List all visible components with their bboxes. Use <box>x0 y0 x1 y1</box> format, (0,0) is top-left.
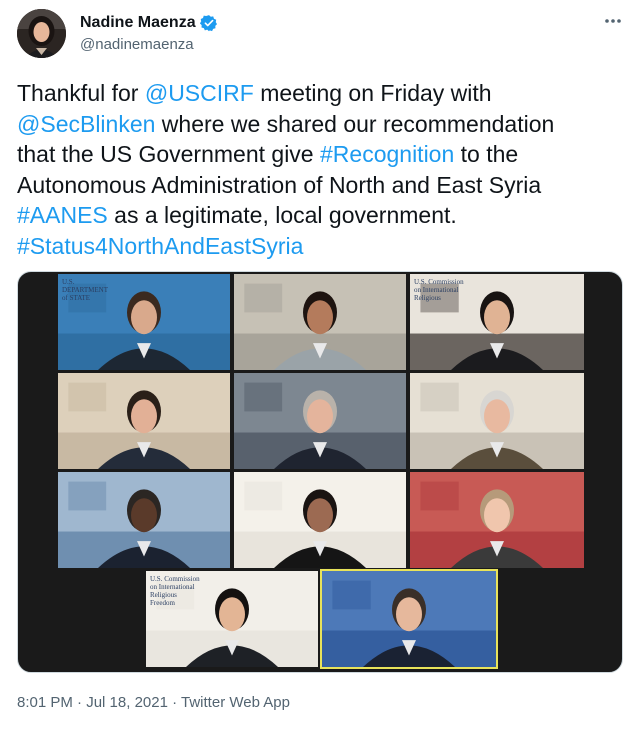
video-tile <box>234 472 406 568</box>
author-display-name[interactable]: Nadine Maenza <box>80 14 196 32</box>
video-tile <box>410 472 584 568</box>
author-name-row[interactable]: Nadine Maenza <box>80 12 218 34</box>
tweet-text-segment: Autonomous Administration of North and E… <box>17 171 542 198</box>
video-tile <box>410 373 584 469</box>
tweet-source[interactable]: Twitter Web App <box>181 694 290 711</box>
tweet-text: Thankful for @USCIRF meeting on Friday w… <box>17 78 623 261</box>
tweet-media[interactable]: U.S. DEPARTMENT of STATE U.S. Commission … <box>17 271 623 673</box>
background-sign-text: U.S. DEPARTMENT of STATE <box>62 278 108 302</box>
tweet-text-line: #Status4NorthAndEastSyria <box>17 231 623 262</box>
hashtag-link[interactable]: #Status4NorthAndEastSyria <box>17 233 303 259</box>
tweet-text-line: that the US Government give #Recognition… <box>17 139 623 170</box>
video-tile <box>58 472 230 568</box>
tweet-text-segment: that the US Government give <box>17 141 320 167</box>
tweet-text-segment: as a legitimate, local government. <box>107 202 457 228</box>
video-tile: U.S. DEPARTMENT of STATE <box>58 274 230 370</box>
tweet-text-segment: where we shared our recommendation <box>155 110 555 137</box>
tweet-text-line: #AANES as a legitimate, local government… <box>17 200 623 231</box>
video-tile <box>234 373 406 469</box>
hashtag-link[interactable]: #AANES <box>17 202 108 228</box>
mention-link[interactable]: @SecBlinken <box>17 111 155 137</box>
avatar[interactable] <box>17 9 66 58</box>
more-horizontal-icon[interactable] <box>600 8 626 34</box>
tweet-text-segment: Thankful for <box>17 80 145 106</box>
video-tile: U.S. Commission on International Religio… <box>410 274 584 370</box>
video-tile <box>234 274 406 370</box>
tweet-text-segment: to the <box>454 141 519 167</box>
tweet-text-line: Autonomous Administration of North and E… <box>17 170 623 201</box>
video-tile <box>320 569 498 669</box>
tweet-text-line: @SecBlinken where we shared our recommen… <box>17 109 623 140</box>
tweet-time[interactable]: 8:01 PM <box>17 694 73 711</box>
mention-link[interactable]: @USCIRF <box>145 80 254 106</box>
background-sign-text: U.S. Commission on International Religio… <box>414 278 464 302</box>
video-tile <box>58 373 230 469</box>
hashtag-link[interactable]: #Recognition <box>320 141 454 167</box>
tweet-date[interactable]: Jul 18, 2021 <box>86 694 168 711</box>
separator: · <box>72 694 87 711</box>
video-tile: U.S. Commission on International Religio… <box>146 571 318 667</box>
tweet-text-segment: meeting on Friday with <box>253 80 492 106</box>
tweet-text-line: Thankful for @USCIRF meeting on Friday w… <box>17 78 623 109</box>
tweet-card: Nadine Maenza @nadinemaenza Thankful for… <box>0 0 640 732</box>
separator: · <box>167 694 182 711</box>
tweet-metadata: 8:01 PM · Jul 18, 2021 · Twitter Web App <box>17 694 290 711</box>
background-sign-text: U.S. Commission on International Religio… <box>150 575 200 607</box>
verified-badge-icon <box>199 14 218 32</box>
author-handle[interactable]: @nadinemaenza <box>80 36 194 53</box>
